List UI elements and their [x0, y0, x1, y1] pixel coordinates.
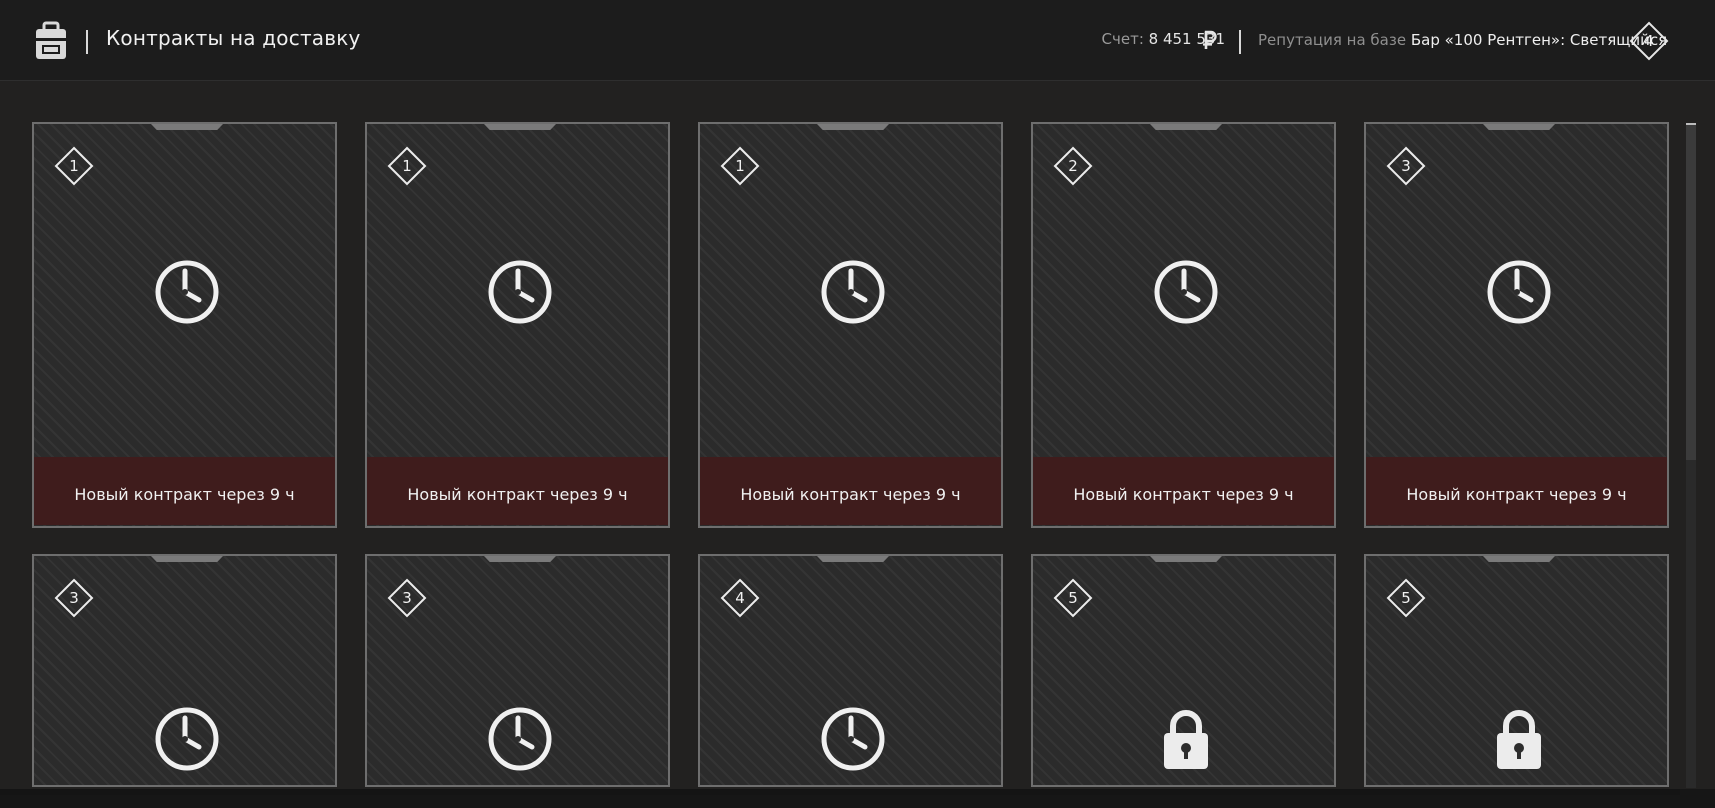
- level-value: 3: [69, 589, 79, 607]
- backpack-icon: [36, 21, 66, 59]
- level-value: 2: [1068, 157, 1078, 175]
- clock-icon: [487, 259, 553, 325]
- level-value: 5: [1401, 589, 1411, 607]
- contract-card[interactable]: 3: [365, 554, 670, 787]
- level-badge: 5: [1386, 578, 1426, 618]
- level-value: 1: [402, 157, 412, 175]
- card-tab: [151, 124, 223, 130]
- balance-separator: [1239, 30, 1241, 54]
- level-value: 3: [402, 589, 412, 607]
- clock-icon: [487, 706, 553, 772]
- card-tab: [484, 556, 556, 562]
- card-tab: [1483, 556, 1555, 562]
- level-badge: 1: [720, 146, 760, 186]
- card-tab: [817, 124, 889, 130]
- card-tab: [817, 556, 889, 562]
- contract-card[interactable]: 2 Новый контракт через 9 ч: [1031, 122, 1336, 528]
- contract-card[interactable]: 5: [1364, 554, 1669, 787]
- contract-status: Новый контракт через 9 ч: [1366, 457, 1667, 525]
- clock-icon: [820, 706, 886, 772]
- ruble-icon: [1203, 30, 1217, 49]
- level-value: 1: [735, 157, 745, 175]
- clock-icon: [820, 259, 886, 325]
- clock-icon: [1486, 259, 1552, 325]
- contract-status: Новый контракт через 9 ч: [1033, 457, 1334, 525]
- reputation-label: Репутация на базе: [1258, 31, 1407, 49]
- contract-status: Новый контракт через 9 ч: [700, 457, 1001, 525]
- rank-value: 4: [1644, 32, 1654, 50]
- clock-icon: [1153, 259, 1219, 325]
- contract-card[interactable]: 3 Новый контракт через 9 ч: [1364, 122, 1669, 528]
- level-badge: 5: [1053, 578, 1093, 618]
- contract-card[interactable]: 3: [32, 554, 337, 787]
- contract-status: Новый контракт через 9 ч: [367, 457, 668, 525]
- level-value: 1: [69, 157, 79, 175]
- contract-card[interactable]: 4: [698, 554, 1003, 787]
- title-separator: [86, 30, 88, 54]
- level-badge: 3: [54, 578, 94, 618]
- card-tab: [484, 124, 556, 130]
- card-tab: [1150, 556, 1222, 562]
- level-badge: 2: [1053, 146, 1093, 186]
- contract-card[interactable]: 1 Новый контракт через 9 ч: [698, 122, 1003, 528]
- level-value: 4: [735, 589, 745, 607]
- level-value: 5: [1068, 589, 1078, 607]
- contract-status: Новый контракт через 9 ч: [34, 457, 335, 525]
- card-tab: [1150, 124, 1222, 130]
- level-badge: 1: [387, 146, 427, 186]
- contract-card[interactable]: 1 Новый контракт через 9 ч: [32, 122, 337, 528]
- scrollbar-thumb[interactable]: [1686, 123, 1696, 460]
- contract-card[interactable]: 5: [1031, 554, 1336, 787]
- contract-card[interactable]: 1 Новый контракт через 9 ч: [365, 122, 670, 528]
- level-value: 3: [1401, 157, 1411, 175]
- top-bar: Контракты на доставку Счет: 8 451 531 Ре…: [0, 0, 1715, 81]
- level-badge: 3: [1386, 146, 1426, 186]
- level-badge: 3: [387, 578, 427, 618]
- card-tab: [151, 556, 223, 562]
- lock-icon: [1153, 706, 1219, 772]
- level-badge: 1: [54, 146, 94, 186]
- level-badge: 4: [720, 578, 760, 618]
- balance-label: Счет:: [1101, 30, 1144, 48]
- reputation: Репутация на базе Бар «100 Рентген»: Све…: [1258, 31, 1667, 49]
- rank-badge: 4: [1629, 21, 1669, 61]
- bottom-edge: [0, 789, 1680, 795]
- page-title: Контракты на доставку: [106, 26, 361, 50]
- lock-icon: [1486, 706, 1552, 772]
- clock-icon: [154, 706, 220, 772]
- card-tab: [1483, 124, 1555, 130]
- clock-icon: [154, 259, 220, 325]
